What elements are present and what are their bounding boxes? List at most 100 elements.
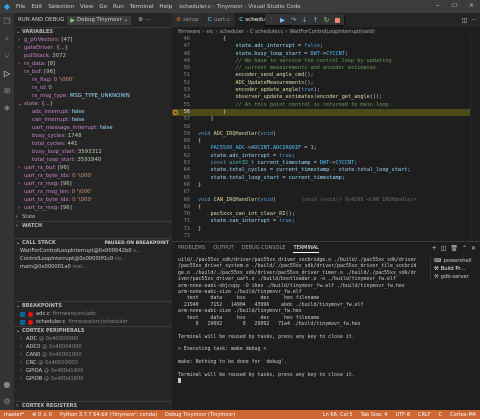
line-number[interactable]: 46: [172, 36, 190, 43]
line-number[interactable]: 50: [172, 65, 190, 72]
variable-row[interactable]: › uart_rx_buf: [96]: [14, 164, 172, 172]
variable-row[interactable]: ⌄state: {...}: [14, 100, 172, 108]
variable-row[interactable]: busy_cycles: 1748: [14, 132, 172, 140]
registers-section-header[interactable]: › CORTEX REGISTERS: [14, 401, 172, 410]
line-number[interactable]: 71: [172, 218, 190, 225]
breadcrumb-item[interactable]: scheduler: [219, 29, 243, 35]
panel-tab-problems[interactable]: PROBLEMS: [178, 245, 205, 253]
line-number[interactable]: 47: [172, 43, 190, 50]
menu-item-file[interactable]: File: [16, 4, 25, 10]
trash-icon[interactable]: 🗑: [450, 245, 458, 252]
tab-setup[interactable]: ⚙ setup: [172, 13, 204, 27]
maximize-icon[interactable]: ☐: [446, 0, 463, 13]
callstack-frame[interactable]: main@0x000001a0 mai...: [14, 263, 172, 271]
terminal-instance[interactable]: ⚒ Build Pr...: [434, 265, 480, 273]
watch-section-header[interactable]: › State: [14, 212, 172, 221]
run-debug-icon[interactable]: ▷: [4, 69, 10, 78]
menu-item-terminal[interactable]: Terminal: [130, 4, 154, 10]
callstack-frame[interactable]: WaitForControlLoopInterrupt@0x000042b0 s…: [14, 247, 172, 255]
minimap[interactable]: [470, 36, 480, 241]
line-number[interactable]: 67: [172, 189, 190, 196]
variable-row[interactable]: › uart_tx_msg: [96]: [14, 204, 172, 212]
status-left-item[interactable]: ⊗ 0 ⚠ 0: [28, 412, 56, 418]
split-terminal-icon[interactable]: ◫: [441, 245, 447, 252]
peripheral-item[interactable]: › GPIOA @ 0x400d1400: [14, 367, 172, 375]
peripheral-item[interactable]: › CRC @ 0x40003000: [14, 359, 172, 367]
variable-row[interactable]: total_loop_start: 3591840: [14, 156, 172, 164]
minimize-icon[interactable]: ─: [429, 0, 446, 13]
line-number[interactable]: 73: [172, 233, 190, 240]
breadcrumb-item[interactable]: src: [206, 29, 213, 35]
peripheral-item[interactable]: › ADC0 @ 0x40004000: [14, 343, 172, 351]
variable-row[interactable]: rx_flag: 0 '\000': [14, 76, 172, 84]
code-line[interactable]: 57 }: [172, 116, 480, 123]
variable-row[interactable]: › uart_rx_msg: [96]: [14, 180, 172, 188]
code-line[interactable]: 71 state.can_interrupt = true;: [172, 218, 480, 225]
line-number[interactable]: 69: [172, 204, 190, 211]
code-line[interactable]: 47 state.adc_interrupt = false;: [172, 43, 480, 50]
breakpoint-checkbox[interactable]: [20, 311, 25, 317]
code-line[interactable]: 59 void ADC_IRQHandler(void): [172, 131, 480, 138]
variable-row[interactable]: uart_tx_byte_idx: 0 '\000': [14, 196, 172, 204]
menu-item-view[interactable]: View: [80, 4, 93, 10]
more-icon[interactable]: ···: [146, 17, 151, 23]
code-line[interactable]: 69 {: [172, 204, 480, 211]
line-number[interactable]: 60: [172, 138, 190, 145]
code-line[interactable]: 52 ADC_UpdateMeasurements();: [172, 80, 480, 87]
code-line[interactable]: 61 PAC55XX_ADC->ADCINT.ADCIRQ0IF = 1;: [172, 145, 480, 152]
line-number[interactable]: 68: [172, 197, 190, 204]
line-number[interactable]: 62: [172, 153, 190, 160]
line-number[interactable]: 51: [172, 72, 190, 79]
explorer-icon[interactable]: ❐: [3, 17, 10, 26]
code-line[interactable]: 53 encoder_update_angle(true);: [172, 87, 480, 94]
variable-row[interactable]: pullStack: 3072: [14, 52, 172, 60]
code-line[interactable]: 66}: [172, 182, 480, 189]
status-left-item[interactable]: Python 3.7.7 64-bit ('tinymovr': conda): [56, 412, 161, 418]
code-line[interactable]: 58: [172, 124, 480, 131]
variable-row[interactable]: uart_message_interrupt: false: [14, 124, 172, 132]
breakpoint-item[interactable]: scheduler.c firmware/src/scheduler: [14, 318, 172, 326]
line-number[interactable]: 52: [172, 80, 190, 87]
manage-gear-icon[interactable]: ⚙: [3, 397, 10, 406]
code-line[interactable]: 48 state.busy_loop_start = DWT->CYCCNT;: [172, 51, 480, 58]
add-terminal-icon[interactable]: +: [432, 245, 437, 252]
code-line[interactable]: 63 const uint32_t current_timestamp = DW…: [172, 160, 480, 167]
panel-tab-output[interactable]: OUTPUT: [213, 245, 233, 253]
peripheral-item[interactable]: › ADC @ 0x40000000: [14, 335, 172, 343]
variable-row[interactable]: adc_interrupt: false: [14, 108, 172, 116]
menu-item-go[interactable]: Go: [99, 4, 107, 10]
peripheral-item[interactable]: › GPIOB @ 0x400d1800: [14, 375, 172, 383]
line-number[interactable]: 61: [172, 145, 190, 152]
step-into-icon[interactable]: ↓: [301, 16, 308, 24]
menu-item-selection[interactable]: Selection: [48, 4, 74, 10]
code-line[interactable]: 60 {: [172, 138, 480, 145]
peripherals-section-header[interactable]: ⌄ CORTEX PERIPHERALS: [14, 326, 172, 335]
line-number[interactable]: 58: [172, 124, 190, 131]
account-icon[interactable]: ●: [3, 380, 10, 389]
variable-row[interactable]: rx_msg_type: MSG_TYPE_UNKNOWN: [14, 92, 172, 100]
line-number[interactable]: 66: [172, 182, 190, 189]
code-line[interactable]: 56 }: [172, 108, 480, 117]
code-line[interactable]: 72}: [172, 226, 480, 233]
maximize-panel-icon[interactable]: ⌃: [462, 245, 467, 252]
close-panel-icon[interactable]: ✕: [471, 245, 476, 252]
menu-item-help[interactable]: Help: [159, 4, 172, 10]
code-line[interactable]: 51 encoder_send_angle_cmd();: [172, 72, 480, 79]
start-debug-icon[interactable]: ▶: [70, 17, 75, 24]
extensions-icon[interactable]: ⊞: [4, 86, 11, 95]
code-line[interactable]: 55 // At this point control is returned …: [172, 102, 480, 109]
callstack-frame[interactable]: ControlLoopInterrupt@0x00000f1c0 co...: [14, 255, 172, 263]
search-icon[interactable]: ⌕: [5, 34, 9, 44]
line-number[interactable]: 70: [172, 211, 190, 218]
split-editor-icon[interactable]: ◫: [462, 17, 468, 24]
line-number[interactable]: 65: [172, 175, 190, 182]
variable-row[interactable]: busy_loop_start: 3593312: [14, 148, 172, 156]
variable-row[interactable]: total_cycles: 441: [14, 140, 172, 148]
step-over-icon[interactable]: ↷: [290, 16, 297, 24]
code-line[interactable]: 70 pac5xxx_can_int_clear_RI();: [172, 211, 480, 218]
line-number[interactable]: 55: [172, 102, 190, 109]
line-number[interactable]: 49: [172, 58, 190, 65]
line-number[interactable]: 63: [172, 160, 190, 167]
terminal-output[interactable]: uild/./pac55xx_sdk/driver/pac55xx_driver…: [178, 257, 428, 409]
breakpoint-checkbox[interactable]: [20, 319, 25, 325]
